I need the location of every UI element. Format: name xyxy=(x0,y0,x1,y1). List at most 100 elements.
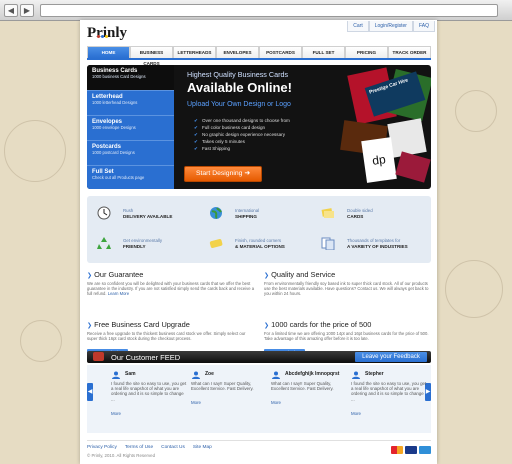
hero-item-postcards[interactable]: Postcards 1000 postcard Designs xyxy=(87,141,174,166)
finish-icon xyxy=(209,238,223,248)
feature-line2: & MATERIAL OPTIONS xyxy=(235,244,285,249)
start-designing-label: Start Designing xyxy=(195,170,243,177)
section-title-text: Our Guarantee xyxy=(94,270,144,279)
hero-item-sub: Check out all Products page xyxy=(92,175,145,180)
logo-dots xyxy=(97,25,109,43)
section-title-text: Quality and Service xyxy=(271,270,336,279)
start-designing-button[interactable]: Start Designing ➜ xyxy=(184,166,262,182)
testimonial-more-link[interactable]: More xyxy=(271,400,281,405)
hero-sidebar: Business Cards 1000 business Card Design… xyxy=(87,65,174,189)
testimonial-more-link[interactable]: More xyxy=(351,411,361,416)
background-doodle xyxy=(4,120,66,182)
hero-item-business-cards[interactable]: Business Cards 1000 business Card Design… xyxy=(87,65,174,91)
arrow-icon: ❯ xyxy=(264,323,270,329)
leave-feedback-button[interactable]: Leave your Feedback xyxy=(355,352,427,362)
feature-environment: Get environmentally FRIENDLY xyxy=(91,232,203,258)
logo-dot xyxy=(97,35,100,38)
testimonial-item: Sam I found the site so easy to use, you… xyxy=(111,371,187,420)
login-register-link[interactable]: Login/Register xyxy=(368,21,413,32)
feature-line2: DELIVERY AVAILABLE xyxy=(123,214,173,219)
section-guarantee: ❯ Our Guarantee We are so confident you … xyxy=(87,270,257,297)
testimonial-slider: ◀ ▶ Sam I found the site so easy to use,… xyxy=(87,365,431,433)
hero-item-letterhead[interactable]: Letterhead 1000 letterhead Designs xyxy=(87,91,174,116)
feature-line1: International xyxy=(235,208,260,213)
testimonial-name: Sam xyxy=(125,371,136,377)
logo-dot xyxy=(101,35,104,38)
testimonial-text: I found the site so easy to use, you get… xyxy=(351,381,427,402)
copyright: © Prinly, 2010. All Rights Reserved xyxy=(87,453,156,458)
hero-bullet: Takes only 5 minutes xyxy=(194,138,290,145)
nav-business-cards[interactable]: BUSINESS CARDS xyxy=(130,46,173,66)
testimonial-more-link[interactable]: More xyxy=(191,400,201,405)
arrow-icon: ❯ xyxy=(264,273,270,279)
hero-item-sub: 1000 letterhead Designs xyxy=(92,100,138,105)
testimonial-name: Zoe xyxy=(205,371,214,377)
background-doodle xyxy=(455,90,497,132)
hero-item-full-set[interactable]: Full Set Check out all Products page xyxy=(87,166,174,189)
cards-icon xyxy=(321,208,334,218)
nav-letterheads[interactable]: LETTERHEADS xyxy=(173,46,216,58)
hero-banner: Business Cards 1000 business Card Design… xyxy=(87,65,431,189)
nav-home[interactable]: HOME xyxy=(87,46,130,58)
forward-icon[interactable]: ▶ xyxy=(20,4,34,17)
card-image xyxy=(387,118,427,158)
nav-envelopes[interactable]: ENVELOPES xyxy=(216,46,259,58)
faq-link[interactable]: FAQ xyxy=(412,21,435,32)
nav-track-order[interactable]: TRACK ORDER xyxy=(388,46,431,58)
hero-item-envelopes[interactable]: Envelopes 1000 envelope Designs xyxy=(87,116,174,141)
background-doodle xyxy=(20,320,62,362)
section-title: ❯ 1000 cards for the price of 500 xyxy=(264,320,434,329)
payment-icons xyxy=(389,446,431,454)
mastercard-icon xyxy=(391,446,403,454)
testimonial-more-link[interactable]: More xyxy=(111,411,121,416)
hero-item-sub: 1000 envelope Designs xyxy=(92,125,136,130)
footer-links: Privacy Policy Terms of Use Contact Us S… xyxy=(87,445,220,450)
testimonial-text: What can I say!! Super Quality, Excellen… xyxy=(271,381,334,392)
hero-card-collage: Prestige Car Hire dp xyxy=(340,67,431,185)
feature-line1: Double sided xyxy=(347,208,373,213)
arrow-icon: ❯ xyxy=(87,273,93,279)
feature-line1: Rush xyxy=(123,208,134,213)
section-title: ❯ Free Business Card Upgrade xyxy=(87,320,257,329)
page: Prinly Cart Login/Register FAQ HOME BUSI… xyxy=(80,20,437,464)
testimonial-item: Stepher I found the site so easy to use,… xyxy=(351,371,427,420)
amex-icon xyxy=(419,446,431,454)
testimonial-name: Stepher xyxy=(365,371,384,377)
address-bar[interactable] xyxy=(40,4,498,17)
customer-feed-header: Our Customer FEED Leave your Feedback xyxy=(87,351,431,363)
hero-subtitle: Upload Your Own Design or Logo xyxy=(187,101,291,108)
recycle-icon xyxy=(97,237,111,249)
footer-privacy-link[interactable]: Privacy Policy xyxy=(87,445,117,450)
footer-contact-link[interactable]: Contact Us xyxy=(161,445,185,450)
section-title-text: Free Business Card Upgrade xyxy=(94,320,190,329)
testimonial-item: Zoe What can I say!! Super Quality, Exce… xyxy=(191,371,267,409)
clock-icon xyxy=(97,206,111,220)
footer-terms-link[interactable]: Terms of Use xyxy=(125,445,153,450)
nav-full-set[interactable]: FULL SET xyxy=(302,46,345,58)
testimonial-name: Abcdefghijk lmnopqrst xyxy=(285,371,340,377)
hero-bullets: Over one thousand designs to choose from… xyxy=(194,117,290,152)
slider-prev-arrow-icon[interactable]: ◀ xyxy=(87,383,93,401)
footer-sitemap-link[interactable]: Site Map xyxy=(193,445,212,450)
card-dp-text: dp xyxy=(371,152,387,168)
testimonial-text: I found the site so easy to use, you get… xyxy=(111,381,187,402)
feature-line2: SHIPPING xyxy=(235,214,257,219)
user-icon xyxy=(192,371,200,379)
testimonial-text: What can I say!! Super Quality, Excellen… xyxy=(191,381,254,392)
nav-pricing[interactable]: PRICING xyxy=(345,46,388,58)
feature-line1: Finish, rounded corners xyxy=(235,238,282,243)
feature-line1: Thousands of templates for xyxy=(347,238,401,243)
top-links: Cart Login/Register FAQ xyxy=(347,21,435,32)
hero-bullet: Fast Shipping xyxy=(194,145,290,152)
hero-bullet: No graphic design experience necessary xyxy=(194,131,290,138)
section-body: For a limited time we are offering 1000 … xyxy=(264,331,429,342)
feature-line1: Get environmentally xyxy=(123,238,163,243)
feature-templates: Thousands of templates for A VARIETY OF … xyxy=(315,232,427,258)
cart-link[interactable]: Cart xyxy=(347,21,369,32)
back-icon[interactable]: ◀ xyxy=(4,4,18,17)
section-body: We are so confident you will be delighte… xyxy=(87,281,257,297)
footer: Privacy Policy Terms of Use Contact Us S… xyxy=(87,440,431,458)
card-dp: dp xyxy=(361,137,397,183)
nav-postcards[interactable]: POSTCARDS xyxy=(259,46,302,58)
learn-more-link[interactable]: Learn More xyxy=(108,291,129,296)
